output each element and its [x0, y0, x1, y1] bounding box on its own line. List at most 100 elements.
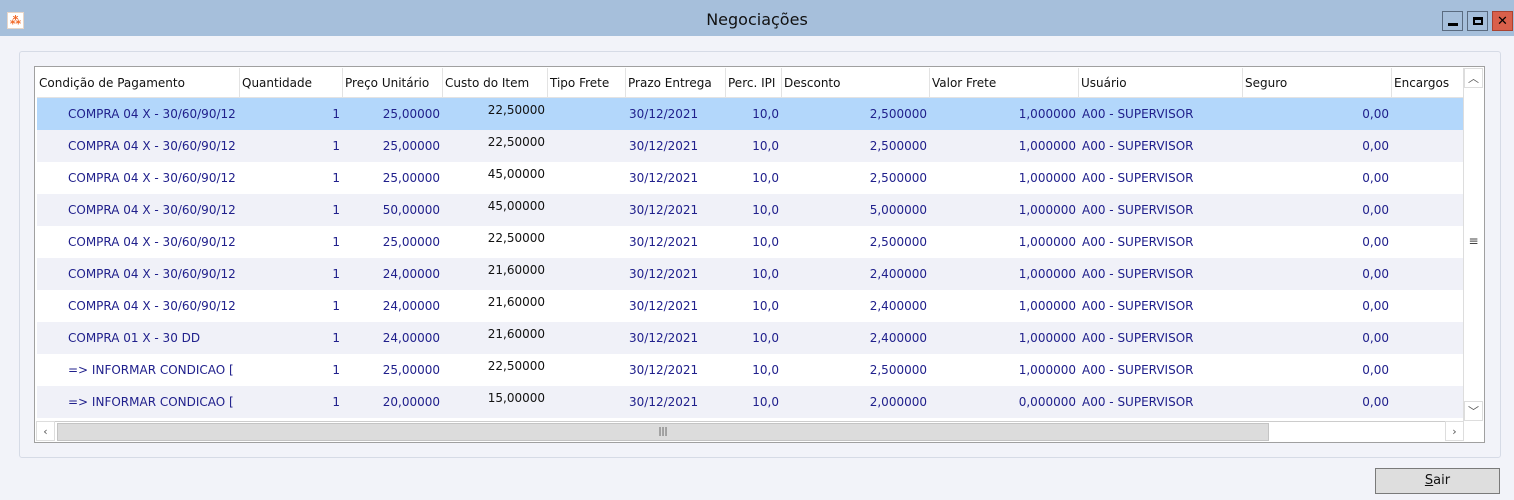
cell-prazo: 30/12/2021 — [629, 363, 699, 377]
vertical-scroll-thumb[interactable]: ≡ — [1465, 230, 1482, 254]
cell-custo: 22,50000 — [487, 135, 545, 149]
negotiations-grid: Condição de Pagamento Quantidade Preço Uni… — [34, 66, 1485, 443]
cell-qtd: 1 — [332, 267, 340, 281]
table-row[interactable]: COMPRA 04 X - 30/60/90/12 1 24,00000 21,600… — [37, 258, 1464, 290]
cell-ipi: 10,0 — [752, 267, 779, 281]
scroll-right-button[interactable]: › — [1445, 421, 1464, 441]
vertical-scrollbar[interactable]: ︿ ≡ ﹀ — [1463, 68, 1483, 421]
close-icon: ✕ — [1497, 13, 1508, 29]
column-header-ipi[interactable]: Perc. IPI — [726, 68, 782, 98]
minimize-button[interactable] — [1442, 11, 1463, 31]
column-header-custo[interactable]: Custo do Item — [443, 68, 548, 98]
column-header-frete[interactable]: Valor Frete — [930, 68, 1079, 98]
cell-seguro: 0,00 — [1362, 331, 1389, 345]
table-row[interactable]: COMPRA 04 X - 30/60/90/12 1 25,00000 22,500… — [37, 98, 1464, 130]
table-row[interactable]: COMPRA 01 X - 30 DD 1 24,00000 21,60000 30/1… — [37, 322, 1464, 354]
scroll-down-button[interactable]: ﹀ — [1464, 401, 1483, 421]
column-header-prazo[interactable]: Prazo Entrega — [626, 68, 726, 98]
cell-enc — [1392, 162, 1464, 194]
sair-button[interactable]: Sair — [1375, 468, 1500, 494]
cell-enc — [1392, 322, 1464, 354]
cell-frete: 1,000000 — [1018, 203, 1076, 217]
cell-seguro: 0,00 — [1362, 267, 1389, 281]
cell-user: A00 - SUPERVISOR — [1082, 235, 1194, 249]
cell-desc: 2,400000 — [869, 299, 927, 313]
cell-preco: 25,00000 — [382, 139, 440, 153]
cell-ipi: 10,0 — [752, 203, 779, 217]
cell-user: A00 - SUPERVISOR — [1082, 363, 1194, 377]
cell-frete: 1,000000 — [1018, 171, 1076, 185]
table-row[interactable]: COMPRA 04 X - 30/60/90/12 1 25,00000 45,000… — [37, 162, 1464, 194]
cell-custo: 21,60000 — [487, 327, 545, 341]
cell-frete: 0,000000 — [1018, 395, 1076, 409]
sair-label: air — [1433, 473, 1451, 488]
horizontal-scroll-thumb[interactable]: ||| — [57, 423, 1269, 441]
cell-ipi: 10,0 — [752, 235, 779, 249]
cell-tipo — [548, 162, 626, 194]
cell-tipo — [548, 322, 626, 354]
cell-custo: 45,00000 — [487, 167, 545, 181]
cell-cond: COMPRA 01 X - 30 DD — [68, 331, 201, 345]
table-row[interactable]: => INFORMAR CONDICAO [1 25,00000 22,50000 3… — [37, 354, 1464, 386]
cell-cond: COMPRA 04 X - 30/60/90/12 — [68, 107, 236, 121]
cell-preco: 20,00000 — [382, 395, 440, 409]
table-row[interactable]: COMPRA 04 X - 30/60/90/12 1 25,00000 22,500… — [37, 130, 1464, 162]
sair-accelerator: S — [1424, 473, 1434, 488]
cell-custo: 22,50000 — [487, 359, 545, 373]
column-header-seguro[interactable]: Seguro — [1243, 68, 1392, 98]
table-row[interactable]: => INFORMAR CONDICAO [1 20,00000 15,00000 3… — [37, 386, 1464, 418]
chevron-right-icon: › — [1452, 424, 1457, 438]
cell-user: A00 - SUPERVISOR — [1082, 299, 1194, 313]
cell-enc — [1392, 258, 1464, 290]
cell-cond: COMPRA 04 X - 30/60/90/12 — [68, 203, 236, 217]
cell-ipi: 10,0 — [752, 171, 779, 185]
title-bar: ⁂ Negociações ✕ — [0, 0, 1514, 36]
column-header-desc[interactable]: Desconto — [782, 68, 930, 98]
cell-desc: 2,500000 — [869, 235, 927, 249]
table-row[interactable]: COMPRA 04 X - 30/60/90/12 1 24,00000 21,600… — [37, 290, 1464, 322]
cell-qtd: 1 — [332, 299, 340, 313]
table-row[interactable]: COMPRA 04 X - 30/60/90/12 1 50,00000 45,000… — [37, 194, 1464, 226]
cell-cond: => INFORMAR CONDICAO [ — [68, 363, 234, 377]
cell-user: A00 - SUPERVISOR — [1082, 107, 1194, 121]
cell-tipo — [548, 194, 626, 226]
cell-tipo — [548, 290, 626, 322]
column-header-enc[interactable]: Encargos — [1392, 68, 1464, 98]
cell-preco: 25,00000 — [382, 107, 440, 121]
window-title: Negociações — [706, 10, 808, 29]
cell-qtd: 1 — [332, 395, 340, 409]
column-header-preco[interactable]: Preço Unitário — [343, 68, 443, 98]
horizontal-scrollbar[interactable]: ‹ ||| › — [36, 421, 1464, 441]
chevron-down-icon: ﹀ — [1468, 405, 1479, 418]
cell-frete: 1,000000 — [1018, 331, 1076, 345]
column-header-tipo[interactable]: Tipo Frete — [548, 68, 626, 98]
cell-prazo: 30/12/2021 — [629, 171, 699, 185]
scroll-up-button[interactable]: ︿ — [1464, 68, 1483, 88]
cell-user: A00 - SUPERVISOR — [1082, 395, 1194, 409]
column-header-cond[interactable]: Condição de Pagamento — [37, 68, 240, 98]
cell-tipo — [548, 386, 626, 418]
cell-enc — [1392, 226, 1464, 258]
cell-custo: 21,60000 — [487, 295, 545, 309]
cell-frete: 1,000000 — [1018, 235, 1076, 249]
cell-qtd: 1 — [332, 235, 340, 249]
cell-desc: 5,000000 — [869, 203, 927, 217]
close-button[interactable]: ✕ — [1492, 11, 1513, 31]
cell-frete: 1,000000 — [1018, 139, 1076, 153]
cell-user: A00 - SUPERVISOR — [1082, 267, 1194, 281]
cell-frete: 1,000000 — [1018, 107, 1076, 121]
cell-desc: 2,500000 — [869, 363, 927, 377]
scroll-left-button[interactable]: ‹ — [36, 421, 55, 441]
chevron-left-icon: ‹ — [43, 424, 48, 438]
cell-preco: 24,00000 — [382, 299, 440, 313]
column-header-user[interactable]: Usuário — [1079, 68, 1243, 98]
column-header-qtd[interactable]: Quantidade — [240, 68, 343, 98]
cell-cond: COMPRA 04 X - 30/60/90/12 — [68, 299, 236, 313]
cell-ipi: 10,0 — [752, 299, 779, 313]
cell-cond: COMPRA 04 X - 30/60/90/12 — [68, 171, 236, 185]
cell-prazo: 30/12/2021 — [629, 331, 699, 345]
cell-frete: 1,000000 — [1018, 267, 1076, 281]
maximize-button[interactable] — [1467, 11, 1488, 31]
table-row[interactable]: COMPRA 04 X - 30/60/90/12 1 25,00000 22,500… — [37, 226, 1464, 258]
minimize-icon — [1447, 22, 1458, 26]
